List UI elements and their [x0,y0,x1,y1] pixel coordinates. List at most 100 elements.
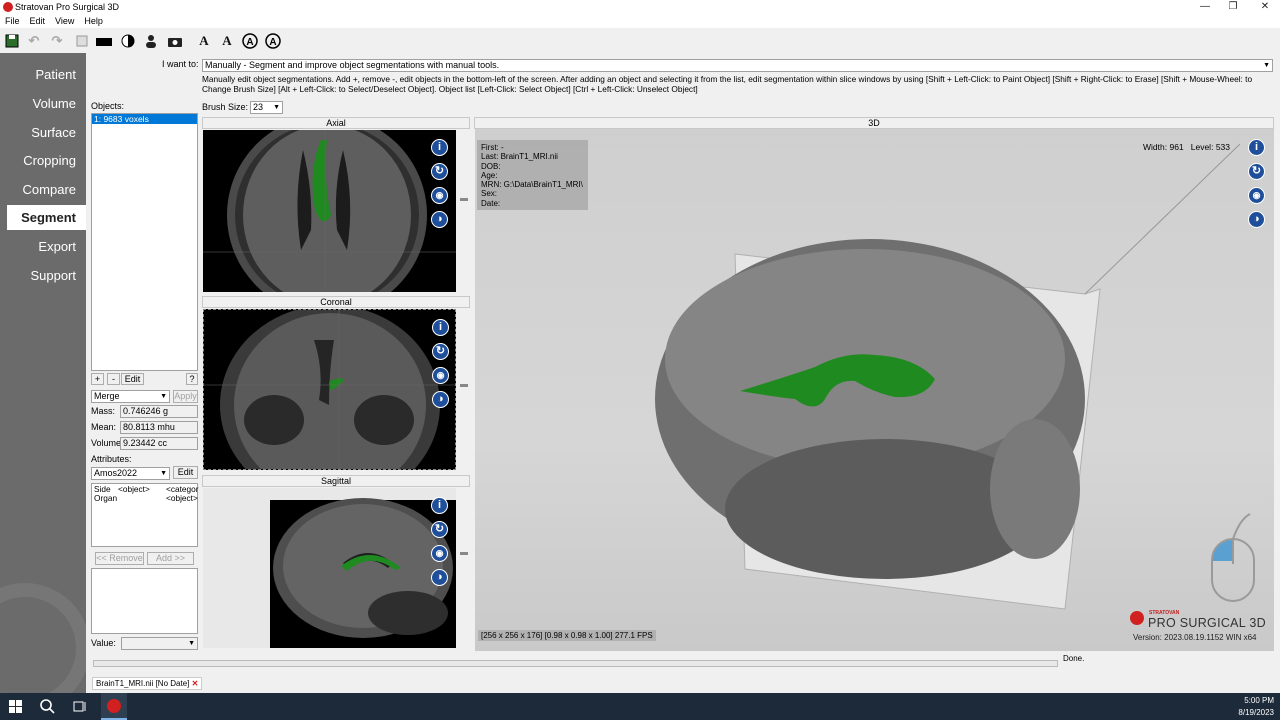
width-label: Width: [1143,142,1168,152]
info-icon[interactable]: i [1248,139,1265,156]
attribute-values-list[interactable] [91,568,198,634]
attribute-edit-button[interactable]: Edit [173,466,198,479]
sagittal-slider[interactable] [458,488,470,648]
annotation-reset-icon[interactable]: A [264,32,282,50]
sagittal-view[interactable]: i ↻ ◉ ◑ [203,488,456,648]
annotation-icon[interactable]: A [241,32,259,50]
value-label: Value: [91,638,116,648]
app-logo-icon [3,2,13,12]
nav-cropping[interactable]: Cropping [23,153,76,168]
restore-button[interactable]: ❐ [1218,0,1248,15]
info-date: Date: [481,198,501,208]
info-last: Last: BrainT1_MRI.nii [481,152,558,162]
taskbar-app-stratovan[interactable] [101,693,127,720]
window-level-readout: Width: 961 Level: 533 [1143,142,1230,152]
redo-icon[interactable]: ↷ [48,32,66,50]
windows-start-icon[interactable] [9,700,22,715]
status-done: Done. [1063,654,1085,663]
threed-header: 3D [474,117,1274,129]
threed-view[interactable]: Width: 961 Level: 533 i ↻ ◉ ◑ STRATOVAN … [475,129,1274,651]
info-icon[interactable]: i [431,139,448,156]
menu-view[interactable]: View [50,15,79,28]
render-status: [256 x 256 x 176] [0.98 x 0.98 x 1.00] 2… [478,630,656,641]
menu-edit[interactable]: Edit [25,15,51,28]
save-icon[interactable] [3,32,21,50]
info-icon[interactable]: i [431,497,448,514]
add-attribute-button[interactable]: Add >> [147,552,194,565]
attributes-label: Attributes: [91,454,132,464]
info-icon[interactable]: i [432,319,449,336]
nav-support[interactable]: Support [30,268,76,283]
help-button[interactable]: ? [186,373,198,385]
attributes-list[interactable]: Side <object> <categor Organ <object> [91,483,199,547]
contrast-icon[interactable]: ◑ [431,211,448,228]
undo-icon[interactable]: ↶ [25,32,43,50]
background-color-icon[interactable] [95,32,113,50]
file-tab-label: BrainT1_MRI.nii [No Date] [96,679,190,688]
info-first: First: - [481,143,504,152]
apply-button[interactable]: Apply [173,390,198,403]
font-larger-icon[interactable]: A [195,32,213,50]
camera-icon[interactable] [166,32,184,50]
mean-label: Mean: [91,422,117,432]
chevron-down-icon: ▼ [188,640,195,647]
want-label: I want to: [162,59,199,69]
contrast-icon[interactable]: ◑ [431,569,448,586]
coronal-view[interactable]: i ↻ ◉ ◑ [203,309,456,470]
minimize-button[interactable]: — [1190,0,1220,15]
mass-label: Mass: [91,406,116,416]
camera-icon[interactable]: ◉ [431,187,448,204]
mouse-hint-icon [1210,509,1256,604]
title-bar: Stratovan Pro Surgical 3D — ❐ ✕ [0,0,1280,15]
coronal-header: Coronal [202,296,470,308]
menu-file[interactable]: File [0,15,25,28]
progress-bar [93,660,1058,667]
merge-select[interactable]: Merge ▼ [91,390,170,403]
close-tab-icon[interactable]: ✕ [192,679,199,688]
contrast-icon[interactable]: ◑ [1248,211,1265,228]
list-item[interactable]: 1: 9683 voxels [92,114,197,124]
add-object-button[interactable]: + [91,373,104,385]
info-mrn: MRN: G:\Data\BrainT1_MRI\ [481,180,583,190]
attribute-type: <object> [166,493,198,503]
nav-segment[interactable]: Segment [7,205,86,230]
coronal-slider[interactable] [458,309,470,470]
file-tab[interactable]: BrainT1_MRI.nii [No Date] ✕ [92,677,203,690]
reset-view-icon[interactable]: ↻ [1248,163,1265,180]
reset-view-icon[interactable]: ↻ [432,343,449,360]
nav-surface[interactable]: Surface [31,125,76,140]
axial-slider[interactable] [458,130,470,292]
objects-list[interactable]: 1: 9683 voxels [91,113,198,371]
reset-view-icon[interactable]: ↻ [431,521,448,538]
want-select[interactable]: Manually - Segment and improve object se… [202,59,1273,72]
nav-compare[interactable]: Compare [23,182,76,197]
table-row[interactable]: Organ <object> [94,493,198,503]
contrast-icon[interactable] [119,32,137,50]
reset-view-icon[interactable]: ↻ [431,163,448,180]
search-icon[interactable] [40,699,55,716]
nav-patient[interactable]: Patient [36,67,76,82]
cube-icon[interactable] [73,32,91,50]
close-button[interactable]: ✕ [1250,0,1280,15]
nav-volume[interactable]: Volume [33,96,76,111]
patient-icon[interactable] [142,32,160,50]
chevron-down-icon: ▼ [160,393,167,400]
remove-attribute-button[interactable]: << Remove [95,552,144,565]
edit-object-button[interactable]: Edit [121,373,144,385]
attribute-set-select[interactable]: Amos2022 ▼ [91,467,170,480]
brush-size-select[interactable]: 23 ▼ [250,101,283,114]
camera-icon[interactable]: ◉ [1248,187,1265,204]
font-smaller-icon[interactable]: A [218,32,236,50]
camera-icon[interactable]: ◉ [432,367,449,384]
axial-view[interactable]: i ↻ ◉ ◑ [203,130,456,292]
brand-swirl-icon [0,583,86,693]
camera-icon[interactable]: ◉ [431,545,448,562]
contrast-icon[interactable]: ◑ [432,391,449,408]
menu-help[interactable]: Help [79,15,108,28]
remove-object-button[interactable]: - [107,373,120,385]
brush-label: Brush Size: [202,102,249,112]
nav-export[interactable]: Export [38,239,76,254]
task-view-icon[interactable] [73,700,87,715]
value-select[interactable]: ▼ [121,637,198,650]
taskbar: 5:00 PM 8/19/2023 [0,693,1280,720]
